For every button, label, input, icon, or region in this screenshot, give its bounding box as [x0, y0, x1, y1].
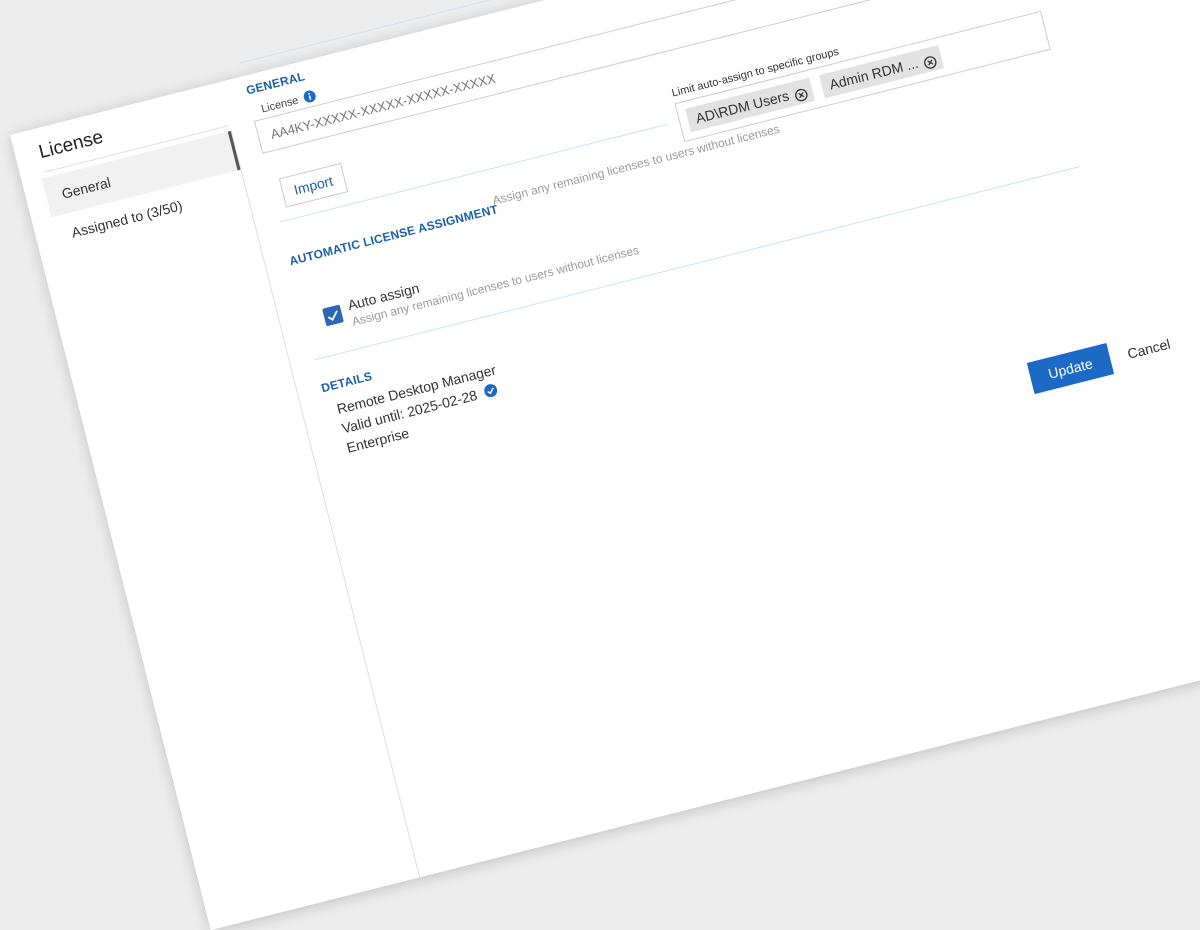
section-divider	[314, 165, 1081, 361]
cancel-button[interactable]: Cancel	[1124, 328, 1174, 370]
remove-chip-icon[interactable]	[921, 51, 938, 69]
info-icon[interactable]	[302, 89, 317, 106]
import-button[interactable]: Import	[278, 162, 348, 208]
remove-chip-icon[interactable]	[792, 84, 809, 102]
group-chip-label: Admin RDM ...	[827, 54, 920, 93]
auto-assign-checkbox[interactable]	[322, 304, 344, 327]
group-chip-label: AD\RDM Users	[693, 87, 791, 127]
details-section-title: DETAILS	[319, 368, 374, 396]
update-button[interactable]: Update	[1026, 342, 1115, 395]
verified-icon	[483, 383, 500, 402]
main-panel: GENERAL License Import Limit auto-assign…	[239, 0, 1200, 871]
dialog-footer: Update Cancel	[358, 255, 1200, 871]
checkmark-icon	[327, 310, 338, 321]
license-dialog: License General Assigned to (3/50) GENER…	[10, 0, 1200, 930]
auto-assign-summary: Assign any remaining licenses to users w…	[491, 121, 782, 208]
